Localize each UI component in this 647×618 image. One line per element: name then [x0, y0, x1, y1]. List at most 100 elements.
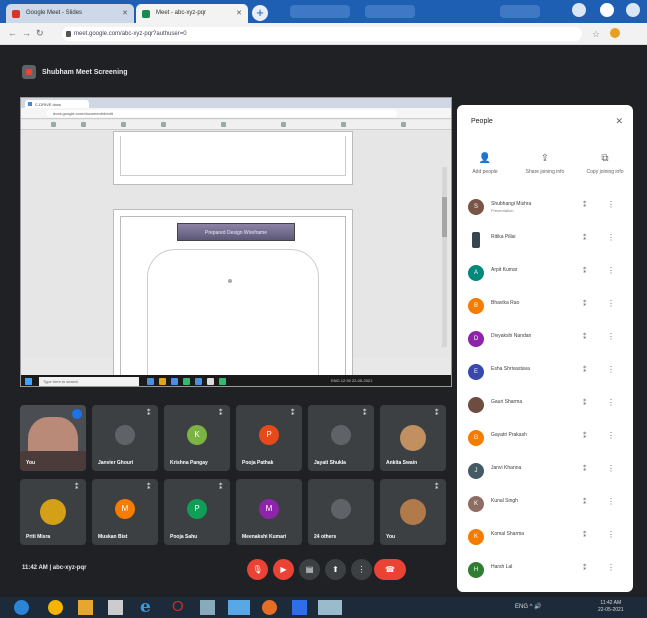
camera-off-button[interactable]: ▶ [273, 559, 294, 580]
system-tray[interactable]: ENG ^ 🔊 [515, 603, 542, 610]
add-person-icon: 👤 [478, 153, 492, 164]
muted-mic-icon: ⁑ [75, 484, 79, 491]
url-text: meet.google.com/abc-xyz-pqr?authuser=0 [74, 31, 187, 37]
participant-row[interactable]: Ritika Pillai ⁑ ⋮ [457, 225, 633, 258]
participant-row[interactable]: K Komal Sharma ⁑ ⋮ [457, 522, 633, 555]
mic-off-button[interactable]: 🎙 [247, 559, 268, 580]
participant-row[interactable]: G Gayatri Prakash ⁑ ⋮ [457, 423, 633, 456]
more-vert-icon[interactable]: ⋮ [607, 266, 615, 275]
participant-tile[interactable]: P ⁑ Pooja Pathak [236, 405, 302, 471]
forward-icon[interactable]: → [22, 28, 31, 38]
more-vert-icon[interactable]: ⋮ [607, 365, 615, 374]
tile-name: Priti Misra [26, 534, 51, 540]
more-vert-icon[interactable]: ⋮ [607, 299, 615, 308]
copy-info-button[interactable]: ⧉ Copy joining info [583, 153, 627, 175]
photos-icon[interactable] [228, 600, 250, 615]
star-icon[interactable]: ☆ [592, 29, 600, 39]
toolbar-icon [281, 122, 286, 127]
participant-tile[interactable]: ⁑ Ankita Swain [380, 405, 446, 471]
reload-icon[interactable]: ↻ [36, 28, 44, 39]
mic-icon[interactable]: ⁑ [583, 201, 587, 209]
minimize-icon[interactable] [572, 3, 586, 17]
avatar: S [468, 199, 484, 215]
mic-icon[interactable]: ⁑ [583, 267, 587, 275]
participant-tile[interactable]: ⁑ You [380, 479, 446, 545]
close-window-icon[interactable] [626, 3, 640, 17]
edge-icon[interactable]: e [140, 597, 155, 617]
participant-row[interactable]: J Janvi Khanna ⁑ ⋮ [457, 456, 633, 489]
mic-icon[interactable]: ⁑ [583, 234, 587, 242]
more-vert-icon[interactable]: ⋮ [607, 398, 615, 407]
participant-tile[interactable]: ⁑ Jayati Shukla [308, 405, 374, 471]
mic-icon[interactable]: ⁑ [583, 531, 587, 539]
people-panel-title: People [471, 118, 493, 125]
close-icon[interactable]: ✕ [615, 116, 623, 127]
share-info-button[interactable]: ⇪ Share joining info [523, 153, 567, 175]
mic-icon[interactable]: ⁑ [583, 399, 587, 407]
mic-icon[interactable]: ⁑ [583, 564, 587, 572]
close-tab-icon[interactable]: ✕ [236, 9, 242, 17]
present-button[interactable]: ⬆ [325, 559, 346, 580]
participant-tile[interactable]: M ⁑ Muskan Bist [92, 479, 158, 545]
muted-mic-icon: ⁑ [363, 410, 367, 417]
app-icon[interactable] [262, 600, 277, 615]
participant-tile[interactable]: K ⁑ Krishna Pangay [164, 405, 230, 471]
start-icon[interactable] [14, 600, 29, 615]
shared-doc-toolbar [21, 120, 451, 130]
participant-tile-others[interactable]: 24 others [308, 479, 374, 545]
participant-row[interactable]: B Bhavika Rao ⁑ ⋮ [457, 291, 633, 324]
meeting-title: Shubham Meet Screening [42, 68, 128, 76]
participant-tile[interactable]: P ⁑ Pooja Sahu [164, 479, 230, 545]
close-tab-icon[interactable]: ✕ [122, 9, 128, 17]
mic-icon[interactable]: ⁑ [583, 300, 587, 308]
toolbar-icon [121, 122, 126, 127]
maximize-icon[interactable] [600, 3, 614, 17]
more-vert-icon[interactable]: ⋮ [607, 431, 615, 440]
clock[interactable]: 11:42 AM 22-05-2021 [598, 600, 624, 614]
more-options-button[interactable]: ⋮ [351, 559, 372, 580]
participant-row[interactable]: S Shubhangi Mishra Presentation ⁑ ⋮ [457, 192, 633, 225]
app-icon[interactable] [200, 600, 215, 615]
end-call-button[interactable]: ☎ [374, 559, 406, 580]
page-frame: Prepared Design Wireframe [120, 216, 346, 386]
participant-tile[interactable]: ⁑ Janvier Ghouri [92, 405, 158, 471]
more-vert-icon[interactable]: ⋮ [607, 530, 615, 539]
participant-row[interactable]: A Arpit Kumar ⁑ ⋮ [457, 258, 633, 291]
more-vert-icon[interactable]: ⋮ [607, 563, 615, 572]
app-icon[interactable] [318, 600, 342, 615]
extension-icon[interactable] [610, 28, 620, 38]
participant-tile[interactable]: M Meenakshi Kumari [236, 479, 302, 545]
participant-row[interactable]: K Kunal Singh ⁑ ⋮ [457, 489, 633, 522]
more-vert-icon[interactable]: ⋮ [607, 332, 615, 341]
mic-icon[interactable]: ⁑ [583, 333, 587, 341]
add-people-button[interactable]: 👤 Add people [463, 153, 507, 175]
opera-icon[interactable]: O [172, 598, 187, 615]
mic-icon[interactable]: ⁑ [583, 498, 587, 506]
more-vert-icon[interactable]: ⋮ [607, 233, 615, 242]
toolbar-icon [81, 122, 86, 127]
more-vert-icon[interactable]: ⋮ [607, 497, 615, 506]
participant-row[interactable]: H Harsh Lal ⁑ ⋮ [457, 555, 633, 588]
back-icon[interactable]: ← [8, 28, 17, 38]
app-icon[interactable] [108, 600, 123, 615]
participant-row[interactable]: Gauri Sharma ⁑ ⋮ [457, 390, 633, 423]
participant-tile-self[interactable]: You [20, 405, 86, 471]
more-vert-icon[interactable]: ⋮ [607, 200, 615, 209]
mic-icon[interactable]: ⁑ [583, 465, 587, 473]
mic-icon[interactable]: ⁑ [583, 366, 587, 374]
browser-tab-1[interactable]: Google Meet - Slides ✕ [6, 4, 134, 23]
mic-icon[interactable]: ⁑ [583, 432, 587, 440]
participant-tile[interactable]: ⁑ Priti Misra [20, 479, 86, 545]
captions-button[interactable]: ▤ [299, 559, 320, 580]
word-icon[interactable] [292, 600, 307, 615]
participant-row[interactable]: D Divyakshi Nandan ⁑ ⋮ [457, 324, 633, 357]
meet-window: Shubham Meet Screening C-DRIVE docs docs… [0, 45, 647, 608]
chrome-icon[interactable] [48, 600, 63, 615]
more-vert-icon[interactable]: ⋮ [607, 464, 615, 473]
app-icon [159, 378, 166, 385]
url-field[interactable]: meet.google.com/abc-xyz-pqr?authuser=0 [62, 27, 582, 41]
new-tab-button[interactable]: + [252, 5, 268, 21]
participant-row[interactable]: E Esha Shrivastava ⁑ ⋮ [457, 357, 633, 390]
browser-tab-2[interactable]: Meet - abc-xyz-pqr ✕ [136, 4, 248, 23]
file-explorer-icon[interactable] [78, 600, 93, 615]
